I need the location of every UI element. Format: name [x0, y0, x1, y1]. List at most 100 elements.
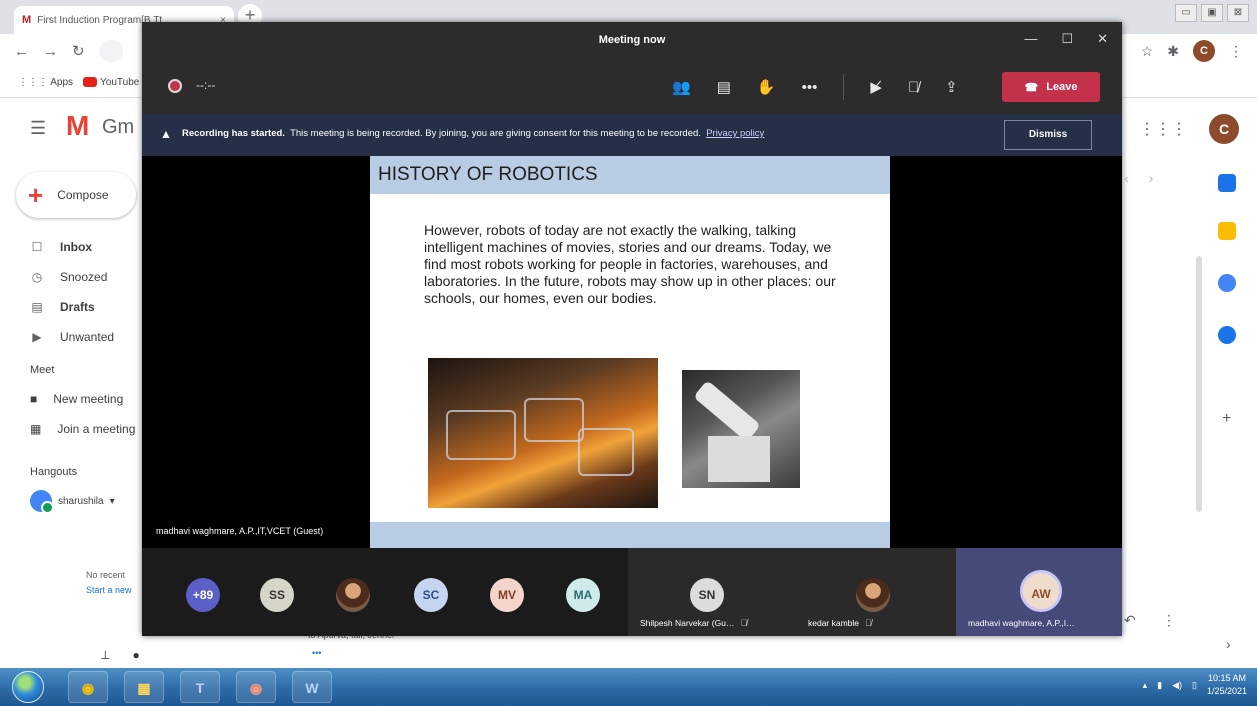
- participant-name: Shilpesh Narvekar (Gu… 🎙̸: [640, 618, 748, 628]
- start-button-icon[interactable]: [12, 671, 44, 703]
- address-bar[interactable]: [98, 40, 123, 62]
- participant-name: madhavi waghmare, A.P.,I…: [968, 618, 1075, 628]
- more-vert-icon[interactable]: ⋮: [1162, 612, 1176, 629]
- meeting-titlebar: Meeting now — ☐ ✕: [142, 22, 1122, 60]
- chevron-down-icon: ▾: [109, 495, 115, 507]
- close-button[interactable]: ⊠: [1227, 4, 1249, 22]
- participant-avatar[interactable]: SS: [260, 578, 294, 612]
- chrome-profile-avatar[interactable]: C: [1193, 40, 1215, 62]
- meeting-window: Meeting now — ☐ ✕ --:-- 👥 ▤ ✋ ••• ▶̸ 🎙̸ …: [142, 22, 1122, 636]
- bookmark-apps[interactable]: ⋮⋮⋮ Apps: [18, 77, 73, 88]
- gmail-favicon-icon: M: [22, 14, 32, 26]
- participant-tile[interactable]: SN Shilpesh Narvekar (Gu… 🎙̸: [628, 548, 796, 636]
- more-actions-icon[interactable]: •••: [802, 79, 818, 96]
- tray-arrow-icon[interactable]: ▴: [1143, 680, 1148, 691]
- participant-avatar[interactable]: +89: [186, 578, 220, 612]
- person-icon[interactable]: ⊥: [100, 648, 110, 662]
- chrome-window-icon[interactable]: ◉: [236, 671, 276, 703]
- back-arrow-icon[interactable]: ←: [14, 43, 29, 60]
- google-apps-icon[interactable]: ⋮⋮⋮: [1139, 119, 1187, 139]
- reply-icon[interactable]: ↶: [1124, 612, 1136, 629]
- car-frame-shape: [524, 398, 584, 442]
- factory-robots-image: [428, 358, 658, 508]
- compose-button[interactable]: + Compose: [16, 172, 136, 218]
- toolbar-divider: [843, 74, 845, 100]
- mic-off-icon[interactable]: 🎙̸: [908, 79, 919, 96]
- nav-item-inbox[interactable]: ☐ Inbox: [30, 232, 142, 262]
- participant-tile-active[interactable]: AW madhavi waghmare, A.P.,I…: [956, 548, 1122, 636]
- pager-arrows[interactable]: ‹›: [1124, 170, 1173, 186]
- share-screen-icon[interactable]: ⇪: [945, 78, 958, 96]
- email-more-dots[interactable]: •••: [312, 648, 321, 658]
- chrome-taskbar-icon[interactable]: ◉: [68, 671, 108, 703]
- join-meeting-item[interactable]: ▦ Join a meeting: [30, 422, 135, 436]
- participant-avatar: AW: [1020, 570, 1062, 612]
- hangouts-heading: Hangouts: [30, 466, 78, 478]
- teams-taskbar-icon[interactable]: T: [180, 671, 220, 703]
- forward-arrow-icon[interactable]: →: [43, 43, 58, 60]
- leave-button[interactable]: ☎ Leave: [1002, 72, 1100, 102]
- hangouts-empty: No recent Start a new: [86, 568, 132, 598]
- participants-icon[interactable]: 👥: [672, 78, 691, 96]
- hangouts-footer: ⊥ ●: [100, 648, 140, 662]
- minimize-button[interactable]: ▭: [1175, 4, 1197, 22]
- keep-icon[interactable]: [1218, 222, 1236, 240]
- participant-avatar[interactable]: SC: [414, 578, 448, 612]
- side-panel: +: [1212, 160, 1252, 640]
- maximize-icon[interactable]: ☐: [1061, 31, 1073, 47]
- main-menu-icon[interactable]: ☰: [30, 118, 46, 139]
- meeting-timer: --:--: [196, 78, 216, 92]
- network-icon[interactable]: ▮: [1157, 680, 1162, 691]
- camera-off-icon[interactable]: ▶̸: [870, 78, 882, 96]
- account-avatar[interactable]: C: [1209, 114, 1239, 144]
- slide-body-text: However, robots of today are not exactly…: [424, 222, 836, 306]
- extensions-puzzle-icon[interactable]: ✱: [1167, 43, 1179, 60]
- slide-title: HISTORY OF ROBOTICS: [378, 164, 598, 185]
- nav-item-snoozed[interactable]: ◷ Snoozed: [30, 262, 142, 292]
- participant-avatar[interactable]: MA: [566, 578, 600, 612]
- gmail-scrollbar[interactable]: [1196, 256, 1202, 512]
- clock-icon: ◷: [31, 270, 43, 284]
- inbox-icon: ☐: [31, 240, 43, 254]
- meet-heading: Meet: [30, 364, 55, 376]
- raise-hand-icon[interactable]: ✋: [757, 78, 776, 96]
- file-explorer-icon[interactable]: ▦: [124, 671, 164, 703]
- close-icon[interactable]: ✕: [1097, 31, 1108, 47]
- mic-off-icon: 🎙̸: [865, 618, 872, 628]
- tasks-icon[interactable]: [1218, 274, 1236, 292]
- maximize-button[interactable]: ▣: [1201, 4, 1223, 22]
- dismiss-button[interactable]: Dismiss: [1004, 120, 1092, 150]
- chat-icon[interactable]: ▤: [717, 78, 731, 96]
- presenter-name: madhavi waghmare, A.P.,IT,VCET (Guest): [156, 526, 324, 536]
- participant-avatar[interactable]: MV: [490, 578, 524, 612]
- add-addon-icon[interactable]: +: [1222, 410, 1231, 428]
- gmail-logo-icon[interactable]: M: [66, 110, 89, 142]
- bookmark-youtube[interactable]: YouTube: [83, 77, 139, 88]
- participant-tile[interactable]: kedar kamble 🎙̸: [796, 548, 956, 636]
- new-meeting-item[interactable]: ■ New meeting: [30, 392, 123, 406]
- chrome-menu-icon[interactable]: ⋮: [1229, 43, 1243, 60]
- nav-item-unwanted[interactable]: ▶ Unwanted: [30, 322, 142, 352]
- calendar-icon[interactable]: [1218, 174, 1236, 192]
- volume-icon[interactable]: ◀): [1172, 680, 1182, 691]
- minimize-icon[interactable]: —: [1024, 31, 1037, 47]
- system-tray: ▴ ▮ ◀) ▯ 10:15 AM 1/25/2021: [1143, 672, 1247, 698]
- nav-item-drafts[interactable]: ▤ Drafts: [30, 292, 142, 322]
- quote-icon[interactable]: ●: [132, 648, 139, 662]
- battery-icon[interactable]: ▯: [1192, 680, 1197, 691]
- participant-photo[interactable]: [336, 578, 370, 612]
- participant-photo: [856, 578, 890, 612]
- contacts-icon[interactable]: [1218, 326, 1236, 344]
- hang-up-icon: ☎: [1024, 81, 1039, 94]
- apps-grid-icon: ⋮⋮⋮: [18, 77, 51, 88]
- system-clock[interactable]: 10:15 AM 1/25/2021: [1207, 672, 1247, 698]
- bookmark-star-icon[interactable]: ☆: [1141, 43, 1154, 60]
- recording-banner: ▲ Recording has started. This meeting is…: [142, 114, 1122, 156]
- start-new-link[interactable]: Start a new: [86, 583, 132, 598]
- participants-strip: +89 SS SC MV MA SN Shilpesh Narvekar (Gu… 🎙̸ …: [142, 548, 1122, 636]
- word-taskbar-icon[interactable]: W: [292, 671, 332, 703]
- hangouts-user[interactable]: sharushila ▾: [30, 490, 115, 514]
- reload-icon[interactable]: ↻: [72, 42, 85, 60]
- privacy-policy-link[interactable]: Privacy policy: [706, 128, 764, 139]
- gmail-nav: ☐ Inbox ◷ Snoozed ▤ Drafts ▶ Unwanted: [30, 232, 142, 352]
